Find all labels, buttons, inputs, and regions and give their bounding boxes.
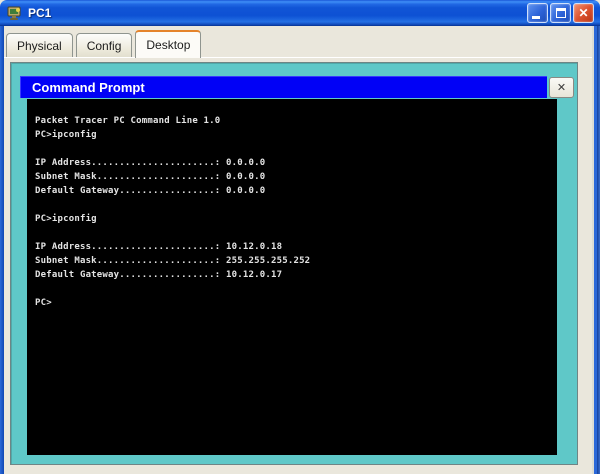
command-prompt-close-button[interactable]: ✕ xyxy=(549,77,574,98)
maximize-button[interactable] xyxy=(550,3,571,23)
terminal-line: PC> xyxy=(35,298,551,312)
terminal-output[interactable]: Packet Tracer PC Command Line 1.0 PC>ipc… xyxy=(27,99,557,455)
command-prompt-title: Command Prompt xyxy=(32,80,145,95)
tab-config[interactable]: Config xyxy=(76,33,133,57)
terminal-line xyxy=(35,284,551,298)
close-button[interactable]: ✕ xyxy=(573,3,594,23)
terminal-line: IP Address......................: 10.12.… xyxy=(35,242,551,256)
tab-physical[interactable]: Physical xyxy=(6,33,73,57)
window-titlebar[interactable]: PC1 ✕ xyxy=(0,0,600,26)
terminal-line: Default Gateway.................: 10.12.… xyxy=(35,270,551,284)
window-controls: ✕ xyxy=(527,3,594,23)
maximize-icon xyxy=(556,8,566,18)
terminal-line: PC>ipconfig xyxy=(35,214,551,228)
pc1-device-window: PC1 ✕ Physical Config Desktop Command Pr… xyxy=(0,0,600,474)
minimize-icon xyxy=(532,16,540,19)
desktop-panel: Command Prompt ✕ Packet Tracer PC Comman… xyxy=(10,62,578,465)
terminal-line xyxy=(35,200,551,214)
window-border-left xyxy=(0,26,4,474)
terminal-line xyxy=(35,144,551,158)
terminal-line: Packet Tracer PC Command Line 1.0 xyxy=(35,116,551,130)
pc-icon xyxy=(7,6,23,21)
window-title: PC1 xyxy=(28,6,527,20)
terminal-line: PC>ipconfig xyxy=(35,130,551,144)
desktop-tab-page: Command Prompt ✕ Packet Tracer PC Comman… xyxy=(4,57,592,474)
terminal-line: Subnet Mask.....................: 0.0.0.… xyxy=(35,172,551,186)
terminal-line: Default Gateway.................: 0.0.0.… xyxy=(35,186,551,200)
minimize-button[interactable] xyxy=(527,3,548,23)
terminal-line xyxy=(35,228,551,242)
command-prompt-titlebar[interactable]: Command Prompt xyxy=(20,76,547,98)
tab-desktop[interactable]: Desktop xyxy=(135,30,201,58)
terminal-line: Subnet Mask.....................: 255.25… xyxy=(35,256,551,270)
close-icon: ✕ xyxy=(574,4,593,22)
terminal-line: IP Address......................: 0.0.0.… xyxy=(35,158,551,172)
window-border-right xyxy=(592,26,600,474)
tab-bar: Physical Config Desktop xyxy=(4,26,592,57)
